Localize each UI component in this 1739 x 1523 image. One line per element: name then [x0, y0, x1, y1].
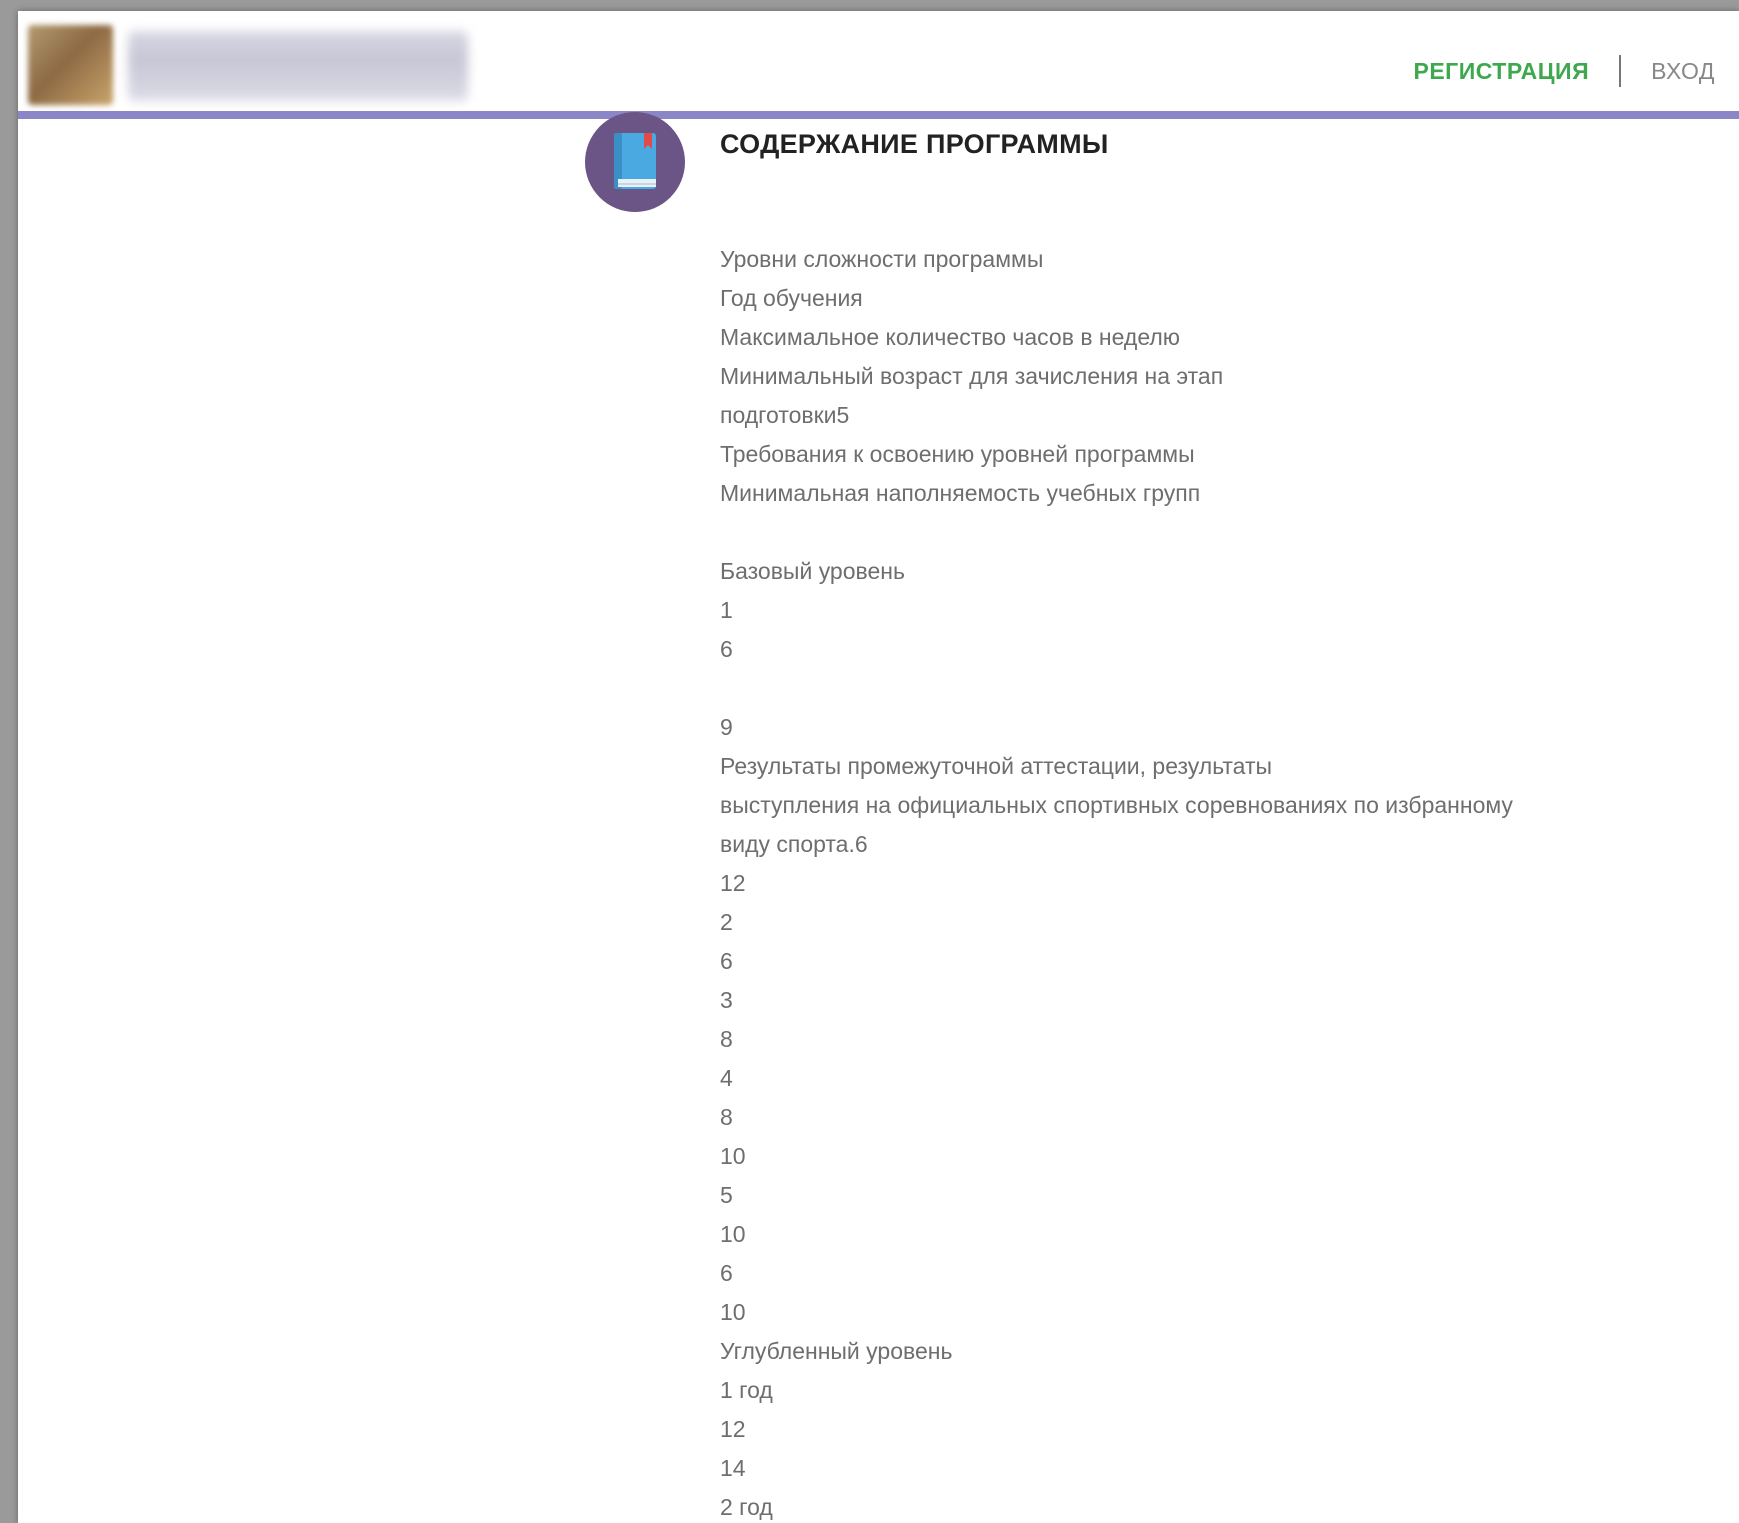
- content-line: 2 год: [720, 1494, 773, 1520]
- content-line: 8: [720, 1026, 733, 1052]
- content-line: 10: [720, 1143, 746, 1169]
- content-line: Минимальный возраст для зачисления на эт…: [720, 363, 1224, 389]
- section-title: СОДЕРЖАНИЕ ПРОГРАММЫ: [720, 129, 1109, 159]
- content-line: Требования к освоению уровней программы: [720, 441, 1195, 467]
- content-line: виду спорта.6: [720, 831, 868, 857]
- content-line: [720, 513, 1620, 552]
- content-line: 1 год: [720, 1377, 773, 1403]
- nav-separator: [1619, 55, 1622, 87]
- content-line: Результаты промежуточной аттестации, рез…: [720, 753, 1273, 779]
- content-line: [720, 669, 1620, 708]
- site-logo-text-blurred[interactable]: [128, 31, 468, 101]
- section-icon-badge: [585, 112, 685, 212]
- auth-nav: РЕГИСТРАЦИЯ ВХОД: [1413, 55, 1715, 87]
- content-line: 6: [720, 1260, 733, 1286]
- content-line: 2: [720, 909, 733, 935]
- content-line: 6: [720, 948, 733, 974]
- content-line: 8: [720, 1104, 733, 1130]
- content-line: 6: [720, 636, 733, 662]
- register-link[interactable]: РЕГИСТРАЦИЯ: [1413, 58, 1589, 85]
- content-line: 3: [720, 987, 733, 1013]
- program-lines: Уровни сложности программы Год обучения Ма…: [720, 240, 1620, 1523]
- content-line: 5: [720, 1182, 733, 1208]
- content-line: Уровни сложности программы: [720, 246, 1044, 272]
- content-line: 4: [720, 1065, 733, 1091]
- site-logo-image[interactable]: [28, 25, 113, 105]
- content-line: Год обучения: [720, 285, 863, 311]
- content-line: 1: [720, 597, 733, 623]
- content-line: Базовый уровень: [720, 558, 905, 584]
- login-link[interactable]: ВХОД: [1651, 58, 1715, 85]
- book-icon: [614, 133, 656, 189]
- content-line: Минимальная наполняемость учебных групп: [720, 480, 1201, 506]
- program-content: СОДЕРЖАНИЕ ПРОГРАММЫ Уровни сложности пр…: [720, 129, 1620, 1523]
- site-header: РЕГИСТРАЦИЯ ВХОД: [18, 11, 1739, 119]
- page-frame: РЕГИСТРАЦИЯ ВХОД СОДЕРЖАНИЕ ПРОГРАММЫ Ур…: [18, 11, 1739, 1523]
- content-line: 14: [720, 1455, 746, 1481]
- content-line: Углубленный уровень: [720, 1338, 953, 1364]
- content-line: 12: [720, 870, 746, 896]
- content-line: выступления на официальных спортивных со…: [720, 792, 1513, 818]
- content-line: 9: [720, 714, 733, 740]
- content-line: 10: [720, 1299, 746, 1325]
- content-line: 10: [720, 1221, 746, 1247]
- content-line: 12: [720, 1416, 746, 1442]
- content-line: подготовки5: [720, 402, 850, 428]
- content-line: Максимальное количество часов в неделю: [720, 324, 1181, 350]
